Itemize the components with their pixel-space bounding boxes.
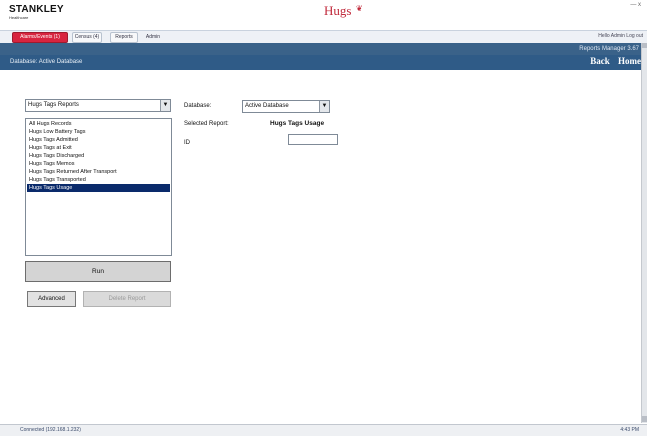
title-bar: Reports Manager 3.67 [0, 43, 647, 55]
clock: 4:43 PM [620, 427, 639, 433]
report-list-item[interactable]: Hugs Low Battery Tags [27, 128, 170, 136]
scroll-down-icon[interactable] [642, 416, 647, 422]
report-list-item[interactable]: Hugs Tags Admitted [27, 136, 170, 144]
app-version-title: Reports Manager 3.67 [579, 46, 639, 52]
database-select-value: Active Database [245, 103, 289, 109]
report-list-item[interactable]: Hugs Tags at Exit [27, 144, 170, 152]
tab-bar: Alarms/Events (1) Census (4) Reports Adm… [0, 30, 647, 44]
brand-subtitle: Healthcare [9, 15, 29, 20]
home-link[interactable]: Home [618, 56, 641, 66]
brand-logo: STANKLEY [9, 4, 64, 15]
report-list-item[interactable]: Hugs Tags Transported [27, 176, 170, 184]
connection-status: Connected (192.168.1.232) [20, 427, 81, 433]
id-input[interactable] [288, 134, 338, 145]
nav-links: Back Home [590, 56, 641, 66]
tab-alarms-events[interactable]: Alarms/Events (1) [12, 32, 68, 43]
delete-report-button: Delete Report [83, 291, 171, 307]
selected-report-value: Hugs Tags Usage [270, 120, 325, 127]
database-bar: Database: Active Database Back Home [0, 55, 647, 70]
report-category-value: Hugs Tags Reports [28, 102, 79, 108]
database-select[interactable]: Active Database ▼ [242, 100, 330, 113]
database-label: Database: [184, 103, 212, 109]
report-list[interactable]: All Hugs Records Hugs Low Battery Tags Hug… [25, 118, 172, 256]
report-list-item[interactable]: Hugs Tags Usage [27, 184, 170, 192]
report-category-select[interactable]: Hugs Tags Reports ▼ [25, 99, 171, 112]
chevron-down-icon[interactable]: ▼ [160, 100, 170, 111]
back-link[interactable]: Back [590, 56, 610, 66]
report-list-item[interactable]: Hugs Tags Memos [27, 160, 170, 168]
report-list-item[interactable]: All Hugs Records [27, 120, 170, 128]
report-list-item[interactable]: Hugs Tags Returned After Transport [27, 168, 170, 176]
selected-report-label: Selected Report: [184, 121, 229, 127]
scroll-up-icon[interactable] [642, 43, 647, 48]
tab-admin[interactable]: Admin [141, 32, 165, 43]
status-bar: Connected (192.168.1.232) 4:43 PM [0, 424, 647, 436]
tab-census[interactable]: Census (4) [72, 32, 102, 43]
product-logo: Hugs [324, 3, 352, 18]
user-links[interactable]: Hello Admin Log out [598, 33, 643, 39]
database-indicator: Database: Active Database [10, 59, 83, 65]
report-list-item[interactable]: Hugs Tags Discharged [27, 152, 170, 160]
window-controls[interactable]: — x [630, 2, 641, 8]
advanced-button[interactable]: Advanced [27, 291, 76, 307]
id-label: ID [184, 140, 190, 146]
chevron-down-icon[interactable]: ▼ [319, 101, 329, 112]
run-button[interactable]: Run [25, 261, 171, 282]
tab-reports[interactable]: Reports [110, 32, 138, 43]
product-logo-mark-icon: ❦ [356, 4, 363, 13]
page-scrollbar[interactable] [641, 43, 647, 423]
